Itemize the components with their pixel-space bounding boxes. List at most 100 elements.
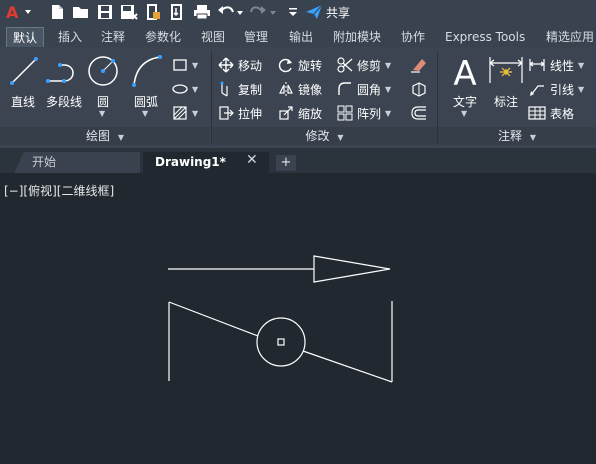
array-label: 阵列 [357, 106, 382, 121]
new-file-icon[interactable] [48, 3, 66, 21]
draw-panel-title[interactable]: 绘图 ▼ [0, 127, 210, 145]
left-diagonal-line[interactable] [168, 301, 259, 337]
drawing-canvas[interactable] [0, 200, 596, 464]
autocad-logo-icon: A [6, 3, 31, 21]
arrow-head-triangle[interactable] [313, 255, 391, 283]
line-button[interactable]: 直线 [4, 53, 42, 119]
circle-button[interactable]: 圆 ▼ [84, 53, 122, 125]
ellipse-icon [172, 84, 188, 94]
tab-featured-apps[interactable]: 精选应用 [540, 27, 596, 47]
fillet-dropdown-icon[interactable]: ▼ [385, 85, 391, 94]
trim-button[interactable]: 修剪 ▼ [337, 55, 391, 75]
circle-dropdown-icon[interactable]: ▼ [99, 109, 105, 118]
rectangle-dropdown-icon[interactable]: ▼ [192, 61, 198, 70]
rotate-label: 旋转 [298, 58, 323, 73]
move-label: 移动 [238, 58, 263, 73]
save-as-icon[interactable] [120, 3, 138, 21]
start-tab[interactable]: 开始 [14, 152, 140, 173]
erase-button[interactable] [410, 55, 428, 75]
share-icon[interactable] [305, 3, 323, 21]
tab-parametric[interactable]: 参数化 [139, 27, 187, 47]
stretch-button[interactable]: 拉伸 [218, 103, 262, 123]
array-icon [337, 105, 353, 121]
undo-icon[interactable] [217, 3, 243, 21]
array-button[interactable]: 阵列 ▼ [337, 103, 391, 123]
rotate-button[interactable]: 旋转 [278, 55, 322, 75]
tab-annotate[interactable]: 注释 [95, 27, 131, 47]
fillet-button[interactable]: 圆角 ▼ [337, 79, 391, 99]
open-folder-icon[interactable] [72, 3, 90, 21]
ellipse-button[interactable]: ▼ [172, 79, 198, 99]
linear-dropdown-icon[interactable]: ▼ [578, 61, 584, 70]
text-button[interactable]: A 文字 ▼ [443, 53, 487, 125]
circle-icon [88, 56, 118, 86]
move-button[interactable]: 移动 [218, 55, 262, 75]
offset-button[interactable] [410, 103, 428, 123]
arc-button[interactable]: 圆弧 ▼ [126, 53, 166, 125]
rotate-icon [278, 58, 292, 73]
open-web-icon[interactable] [144, 3, 162, 21]
circle-label: 圆 [96, 95, 109, 109]
stretch-icon [219, 106, 234, 120]
new-tab-button[interactable]: + [276, 155, 296, 171]
tab-express-tools[interactable]: Express Tools [439, 27, 531, 47]
text-label: 文字 [452, 95, 477, 109]
scale-label: 缩放 [298, 106, 323, 121]
dimension-icon [489, 57, 523, 83]
tab-view[interactable]: 视图 [195, 27, 231, 47]
scale-icon [279, 106, 293, 120]
drawing-tab-label: Drawing1* [155, 155, 226, 169]
copy-button[interactable]: 复制 [218, 79, 262, 99]
text-a-icon: A [453, 54, 476, 94]
mirror-label: 镜像 [298, 82, 323, 97]
customize-qat-icon[interactable] [287, 3, 299, 21]
save-web-icon[interactable] [168, 3, 186, 21]
explode-button[interactable] [410, 79, 428, 99]
save-icon[interactable] [96, 3, 114, 21]
table-button[interactable]: 表格 [528, 103, 574, 123]
rectangle-icon [173, 59, 187, 71]
dimension-button[interactable]: 标注 [487, 53, 525, 125]
tab-insert[interactable]: 插入 [52, 27, 88, 47]
scale-button[interactable]: 缩放 [278, 103, 322, 123]
print-icon[interactable] [192, 3, 212, 21]
annotation-panel-title[interactable]: 注释 ▼ [438, 127, 596, 145]
valve-circle[interactable] [256, 317, 306, 367]
app-menu-button[interactable]: A [4, 3, 34, 21]
leader-dropdown-icon[interactable]: ▼ [578, 85, 584, 94]
ellipse-dropdown-icon[interactable]: ▼ [192, 85, 198, 94]
stretch-label: 拉伸 [238, 106, 263, 121]
linear-dimension-icon [529, 59, 545, 71]
redo-icon[interactable] [250, 3, 276, 21]
tab-default[interactable]: 默认 [6, 27, 45, 48]
rectangle-button[interactable]: ▼ [172, 55, 198, 75]
leader-button[interactable]: 引线 ▼ [528, 79, 584, 99]
arc-label: 圆弧 [133, 95, 158, 109]
arc-dropdown-icon[interactable]: ▼ [142, 109, 148, 118]
fillet-label: 圆角 [357, 82, 382, 97]
tab-output[interactable]: 输出 [283, 27, 319, 47]
hatch-button[interactable]: ▼ [172, 103, 198, 123]
close-tab-icon[interactable]: ✕ [246, 152, 258, 168]
text-dropdown-icon[interactable]: ▼ [461, 109, 467, 118]
table-icon [528, 106, 546, 120]
right-diagonal-line[interactable] [302, 350, 393, 383]
share-label[interactable]: 共享 [326, 4, 350, 21]
array-dropdown-icon[interactable]: ▼ [385, 109, 391, 118]
tab-manage[interactable]: 管理 [238, 27, 274, 47]
move-icon [218, 57, 234, 73]
tab-collaborate[interactable]: 协作 [395, 27, 431, 47]
center-point-marker[interactable] [277, 338, 285, 346]
trim-dropdown-icon[interactable]: ▼ [385, 61, 391, 70]
mirror-button[interactable]: 镜像 [278, 79, 322, 99]
dimension-label: 标注 [493, 95, 518, 109]
copy-label: 复制 [238, 82, 263, 97]
polyline-button[interactable]: 多段线 [42, 53, 86, 119]
tab-addins[interactable]: 附加模块 [327, 27, 387, 47]
modify-panel-title[interactable]: 修改 ▼ [212, 127, 437, 145]
linear-dimension-button[interactable]: 线性 ▼ [528, 55, 584, 75]
hatch-icon [173, 106, 187, 120]
viewport-controls-label[interactable]: [−][俯视][二维线框] [4, 182, 114, 199]
file-tabs-bar: 开始 Drawing1* [0, 148, 596, 173]
hatch-dropdown-icon[interactable]: ▼ [192, 109, 198, 118]
